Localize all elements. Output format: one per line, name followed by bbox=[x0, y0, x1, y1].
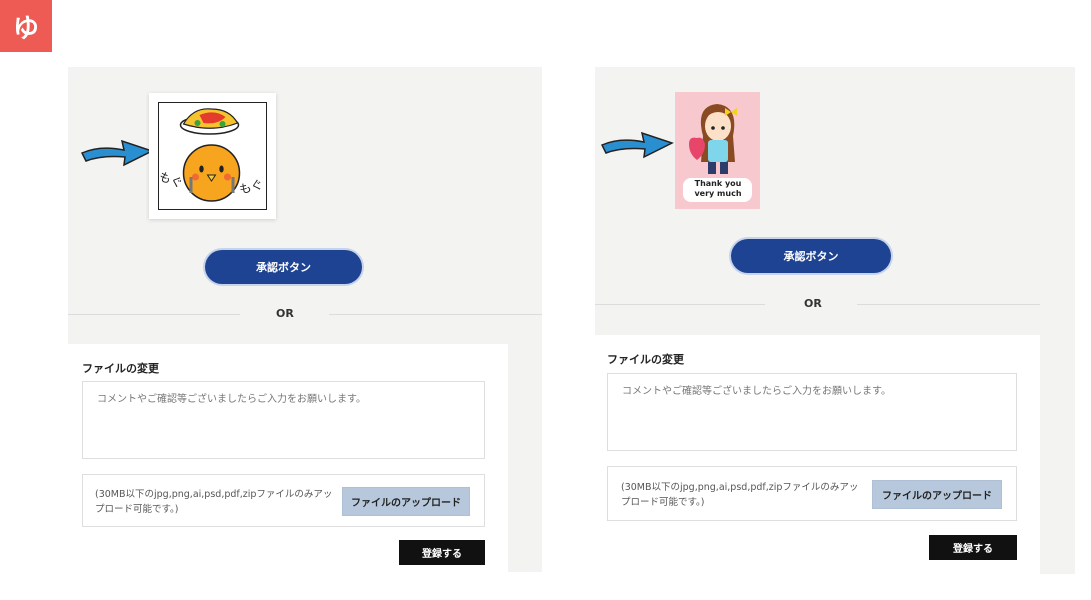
file-upload-button[interactable]: ファイルのアップロード bbox=[872, 480, 1002, 509]
sticker-frame: もぐ もぐ bbox=[158, 102, 267, 210]
file-change-form: ファイルの変更 (30MB以下のjpg,png,ai,psd,pdf,zipファ… bbox=[68, 344, 508, 572]
submit-button[interactable]: 登録する bbox=[929, 535, 1017, 560]
logo-text: ゆ bbox=[12, 13, 39, 44]
divider-line bbox=[329, 314, 542, 315]
divider-line bbox=[595, 304, 765, 305]
or-divider: OR bbox=[68, 307, 542, 321]
form-title: ファイルの変更 bbox=[607, 353, 684, 366]
or-label: OR bbox=[804, 297, 822, 310]
or-divider: OR bbox=[595, 297, 1075, 311]
or-label: OR bbox=[276, 307, 294, 320]
comment-input[interactable] bbox=[607, 373, 1017, 451]
file-change-form: ファイルの変更 (30MB以下のjpg,png,ai,psd,pdf,zipファ… bbox=[595, 335, 1040, 574]
pointer-arrow-icon bbox=[80, 139, 154, 167]
upload-note: (30MB以下のjpg,png,ai,psd,pdf,zipファイルのみアップロ… bbox=[621, 482, 859, 508]
approve-button[interactable]: 承認ボタン bbox=[731, 239, 891, 273]
file-upload-button[interactable]: ファイルのアップロード bbox=[342, 487, 470, 516]
approve-button[interactable]: 承認ボタン bbox=[205, 250, 362, 284]
sticker-preview[interactable]: Thank you very much bbox=[675, 92, 760, 209]
comment-input[interactable] bbox=[82, 381, 485, 459]
sticker-caption: Thank you very much bbox=[694, 179, 742, 198]
upload-section: (30MB以下のjpg,png,ai,psd,pdf,zipファイルのみアップロ… bbox=[82, 474, 485, 527]
submit-button[interactable]: 登録する bbox=[399, 540, 485, 565]
divider-line bbox=[68, 314, 240, 315]
upload-note: (30MB以下のjpg,png,ai,psd,pdf,zipファイルのみアップロ… bbox=[95, 489, 333, 515]
proof-panel-left: もぐ もぐ 承認ボタン OR ファイルの変更 (30MB以下のjpg,png,a… bbox=[68, 67, 542, 572]
proof-panel-right: Thank you very much 承認ボタン OR ファイルの変更 (30… bbox=[595, 67, 1075, 574]
sticker-preview[interactable]: もぐ もぐ bbox=[149, 93, 276, 219]
pointer-arrow-icon bbox=[600, 131, 674, 159]
form-title: ファイルの変更 bbox=[82, 362, 159, 375]
brand-logo[interactable]: ゆ bbox=[0, 0, 52, 52]
upload-section: (30MB以下のjpg,png,ai,psd,pdf,zipファイルのみアップロ… bbox=[607, 466, 1017, 521]
divider-line bbox=[857, 304, 1040, 305]
